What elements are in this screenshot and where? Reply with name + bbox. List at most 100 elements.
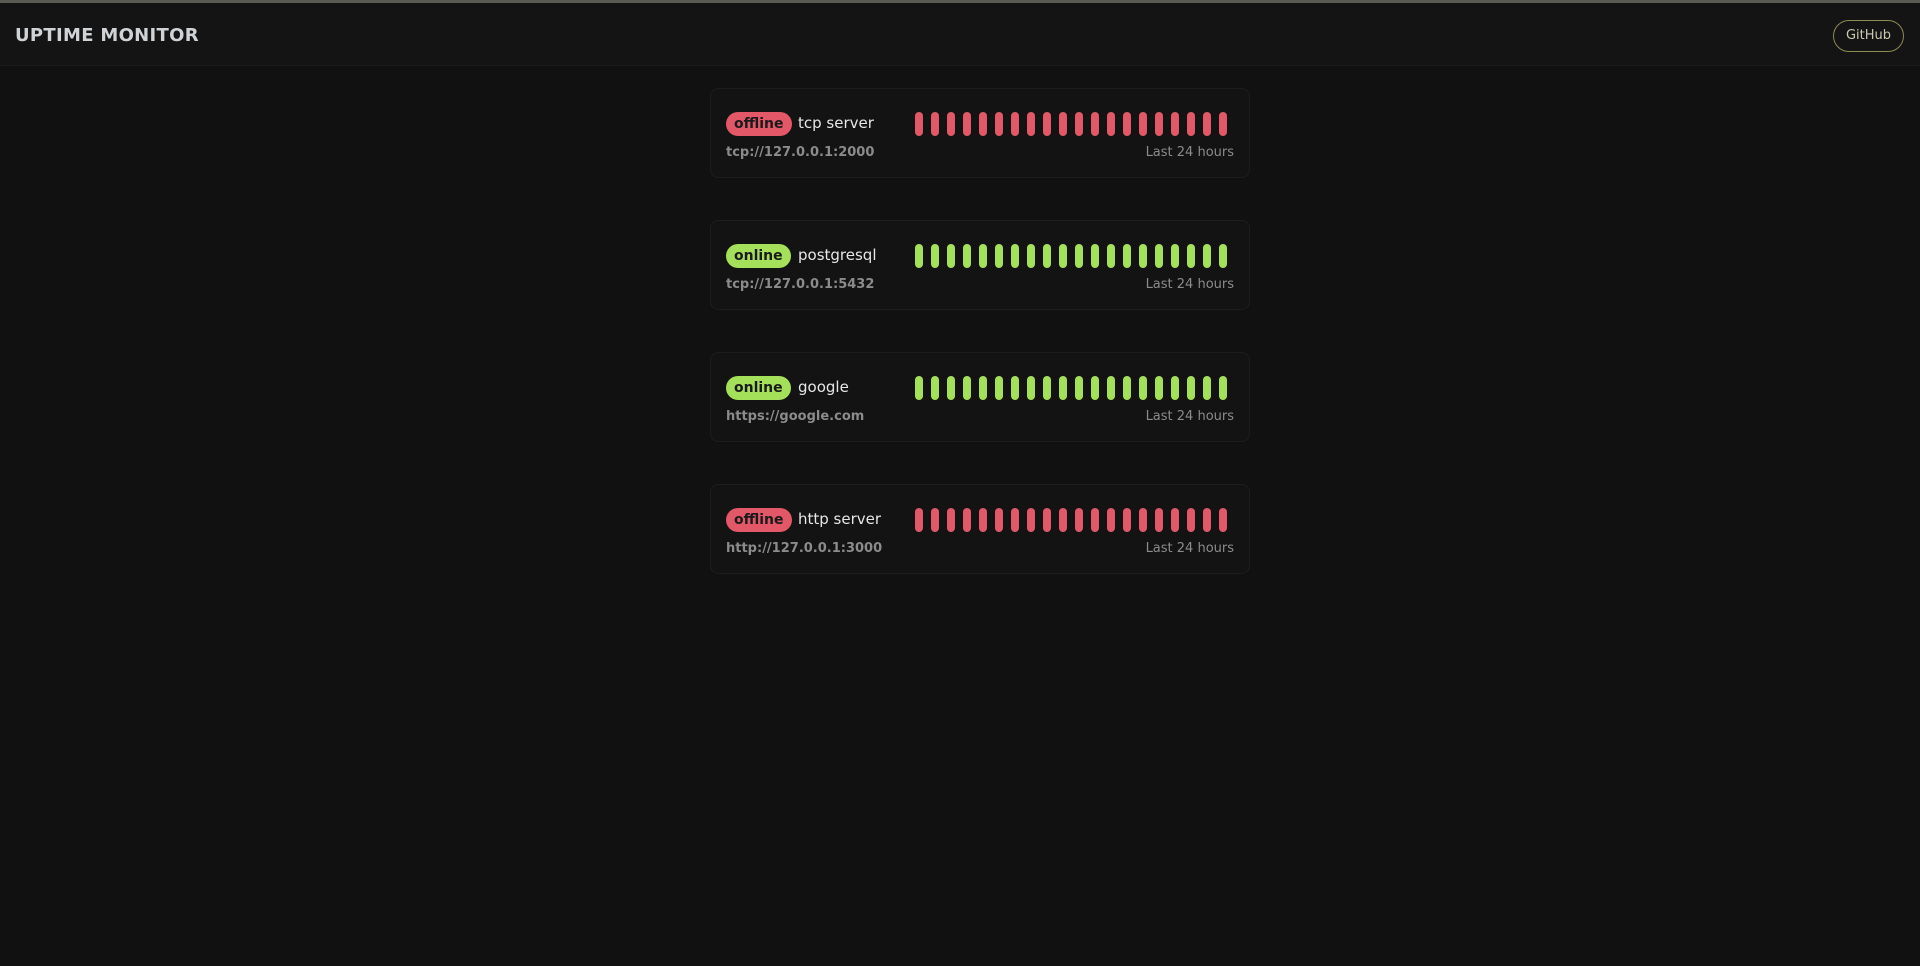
uptime-bar-down[interactable]: [1139, 508, 1147, 532]
uptime-bar-down[interactable]: [1219, 508, 1227, 532]
uptime-bar-up[interactable]: [1123, 376, 1131, 400]
uptime-bar-up[interactable]: [1107, 244, 1115, 268]
uptime-bar-up[interactable]: [1203, 244, 1211, 268]
uptime-bar-up[interactable]: [963, 376, 971, 400]
uptime-bar-up[interactable]: [1219, 376, 1227, 400]
uptime-bar-down[interactable]: [1043, 112, 1051, 136]
uptime-bar-down[interactable]: [995, 508, 1003, 532]
uptime-bar-down[interactable]: [1027, 508, 1035, 532]
uptime-bar-down[interactable]: [1139, 112, 1147, 136]
uptime-bar-up[interactable]: [1043, 244, 1051, 268]
uptime-bar-up[interactable]: [1011, 376, 1019, 400]
uptime-bar-down[interactable]: [1123, 508, 1131, 532]
uptime-bar-down[interactable]: [1171, 112, 1179, 136]
uptime-bar-up[interactable]: [979, 376, 987, 400]
uptime-bar-up[interactable]: [995, 244, 1003, 268]
uptime-bar-up[interactable]: [1059, 244, 1067, 268]
uptime-bar-up[interactable]: [1219, 244, 1227, 268]
uptime-bar-up[interactable]: [995, 376, 1003, 400]
uptime-bar-down[interactable]: [1155, 112, 1163, 136]
uptime-bar-up[interactable]: [1091, 244, 1099, 268]
uptime-bar-down[interactable]: [947, 508, 955, 532]
monitor-list: offline tcp server tcp://127.0.0.1:2000 …: [710, 88, 1250, 616]
uptime-bar-up[interactable]: [947, 244, 955, 268]
uptime-bar-down[interactable]: [963, 112, 971, 136]
uptime-bar-up[interactable]: [1123, 244, 1131, 268]
uptime-bar-down[interactable]: [1075, 508, 1083, 532]
uptime-bar-down[interactable]: [979, 508, 987, 532]
uptime-bar-up[interactable]: [1011, 244, 1019, 268]
uptime-bar-up[interactable]: [915, 376, 923, 400]
uptime-bar-down[interactable]: [931, 508, 939, 532]
uptime-bar-down[interactable]: [1187, 508, 1195, 532]
uptime-bar-down[interactable]: [1059, 508, 1067, 532]
uptime-bar-down[interactable]: [1219, 112, 1227, 136]
uptime-bars: [915, 244, 1227, 268]
service-name: postgresql: [798, 246, 877, 264]
uptime-bar-up[interactable]: [1075, 244, 1083, 268]
uptime-bar-down[interactable]: [963, 508, 971, 532]
uptime-bar-down[interactable]: [1187, 112, 1195, 136]
uptime-bar-up[interactable]: [963, 244, 971, 268]
github-button[interactable]: GitHub: [1832, 20, 1904, 52]
uptime-bar-down[interactable]: [1075, 112, 1083, 136]
status-badge: offline: [726, 112, 792, 136]
uptime-bar-up[interactable]: [947, 376, 955, 400]
uptime-bar-down[interactable]: [1091, 112, 1099, 136]
uptime-bar-up[interactable]: [1027, 244, 1035, 268]
uptime-bar-up[interactable]: [1155, 244, 1163, 268]
uptime-bar-down[interactable]: [1027, 112, 1035, 136]
uptime-bar-down[interactable]: [947, 112, 955, 136]
uptime-bar-up[interactable]: [931, 376, 939, 400]
uptime-bar-down[interactable]: [1203, 508, 1211, 532]
uptime-bar-down[interactable]: [931, 112, 939, 136]
uptime-bar-up[interactable]: [1155, 376, 1163, 400]
uptime-bar-up[interactable]: [931, 244, 939, 268]
uptime-bar-up[interactable]: [1187, 244, 1195, 268]
uptime-bar-up[interactable]: [1171, 244, 1179, 268]
uptime-bar-down[interactable]: [1011, 508, 1019, 532]
uptime-bar-up[interactable]: [1027, 376, 1035, 400]
period-label: Last 24 hours: [1145, 409, 1234, 424]
uptime-bar-down[interactable]: [995, 112, 1003, 136]
uptime-bars: [915, 376, 1227, 400]
uptime-bar-up[interactable]: [1139, 376, 1147, 400]
service-name: tcp server: [798, 114, 874, 132]
uptime-bar-up[interactable]: [1139, 244, 1147, 268]
service-name: google: [798, 378, 849, 396]
uptime-bar-down[interactable]: [1091, 508, 1099, 532]
monitor-card: online google https://google.com Last 24…: [710, 352, 1250, 442]
uptime-bar-up[interactable]: [1059, 376, 1067, 400]
uptime-bars: [915, 508, 1227, 532]
uptime-bar-up[interactable]: [1091, 376, 1099, 400]
uptime-bar-up[interactable]: [979, 244, 987, 268]
uptime-bar-down[interactable]: [1123, 112, 1131, 136]
service-url: tcp://127.0.0.1:5432: [726, 277, 875, 292]
period-label: Last 24 hours: [1145, 541, 1234, 556]
service-url: tcp://127.0.0.1:2000: [726, 145, 875, 160]
uptime-bar-up[interactable]: [1043, 376, 1051, 400]
status-badge: online: [726, 244, 791, 268]
uptime-bar-down[interactable]: [1107, 508, 1115, 532]
uptime-bar-down[interactable]: [915, 112, 923, 136]
uptime-bar-up[interactable]: [1075, 376, 1083, 400]
period-label: Last 24 hours: [1145, 277, 1234, 292]
uptime-bar-down[interactable]: [1059, 112, 1067, 136]
uptime-bar-down[interactable]: [1043, 508, 1051, 532]
uptime-bar-down[interactable]: [915, 508, 923, 532]
uptime-bar-down[interactable]: [1011, 112, 1019, 136]
uptime-bar-down[interactable]: [979, 112, 987, 136]
period-label: Last 24 hours: [1145, 145, 1234, 160]
uptime-bar-down[interactable]: [1107, 112, 1115, 136]
status-badge: offline: [726, 508, 792, 532]
uptime-bar-down[interactable]: [1155, 508, 1163, 532]
uptime-bar-up[interactable]: [1107, 376, 1115, 400]
monitor-card: offline http server http://127.0.0.1:300…: [710, 484, 1250, 574]
uptime-bar-down[interactable]: [1203, 112, 1211, 136]
uptime-bar-down[interactable]: [1171, 508, 1179, 532]
uptime-bar-up[interactable]: [1187, 376, 1195, 400]
header: UPTIME MONITOR GitHub: [0, 3, 1920, 66]
uptime-bar-up[interactable]: [915, 244, 923, 268]
uptime-bar-up[interactable]: [1203, 376, 1211, 400]
uptime-bar-up[interactable]: [1171, 376, 1179, 400]
